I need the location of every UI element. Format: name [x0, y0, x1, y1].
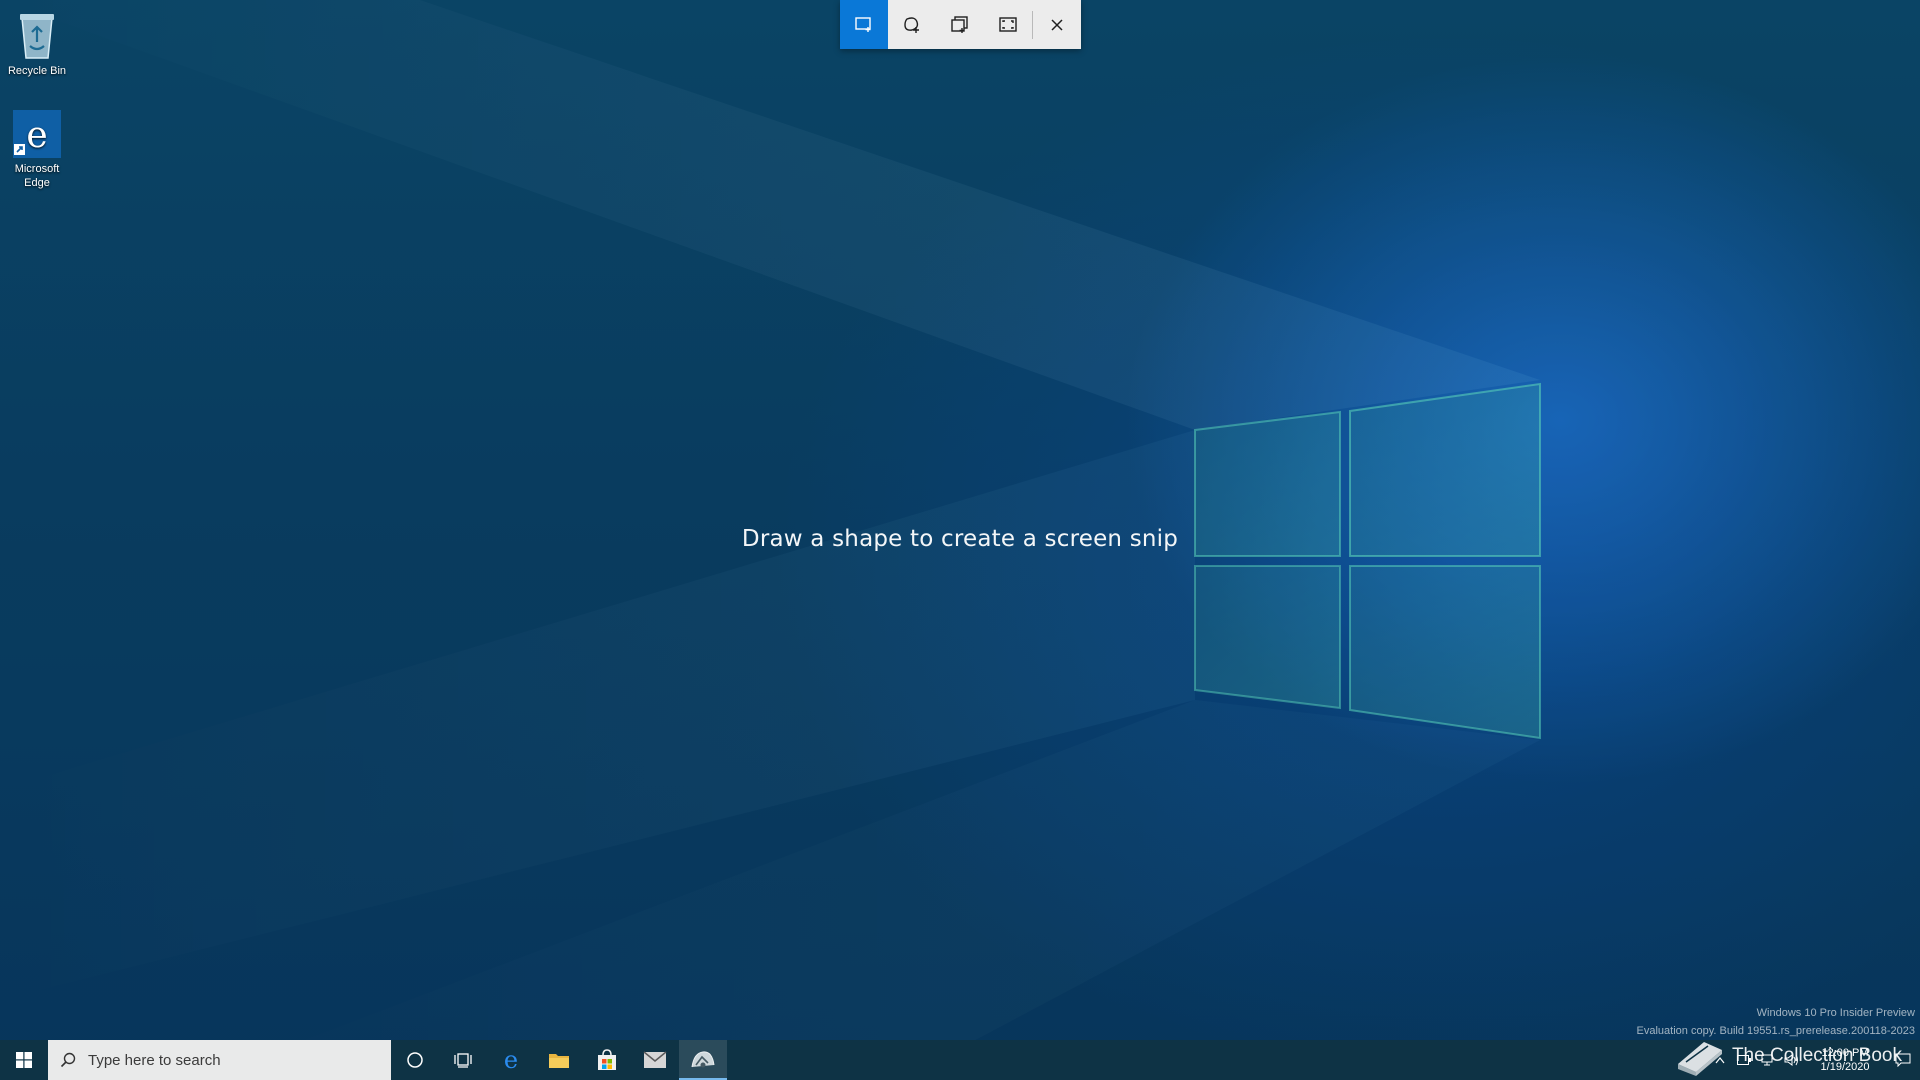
edge-icon: e: [504, 1049, 518, 1071]
edge-icon: e: [13, 110, 61, 158]
window-snip-button[interactable]: [936, 0, 984, 49]
desktop-icon-label: Microsoft Edge: [14, 163, 60, 189]
search-placeholder: Type here to search: [88, 1051, 221, 1069]
windows-logo-icon: [16, 1052, 32, 1068]
taskbar: Type here to search e 12:00 PM 1/19/2020: [0, 1040, 1920, 1080]
start-button[interactable]: [0, 1040, 48, 1080]
taskbar-snip-sketch[interactable]: [679, 1040, 727, 1080]
freeform-snip-icon: [904, 16, 919, 33]
store-icon: [598, 1049, 616, 1070]
watermark-edition: Windows 10 Pro Insider Preview: [1756, 1007, 1915, 1019]
file-explorer-icon: [549, 1054, 569, 1068]
svg-text:e: e: [504, 1049, 518, 1071]
mail-icon: [643, 1051, 667, 1068]
cortana-icon: [407, 1052, 423, 1068]
evaluation-watermark: Windows 10 Pro Insider Preview Evaluatio…: [1637, 1004, 1915, 1040]
taskbar-mail[interactable]: [631, 1040, 679, 1080]
cortana-button[interactable]: [391, 1040, 439, 1080]
snip-sketch-icon: [691, 1051, 715, 1068]
recycle-bin-icon: [20, 14, 54, 59]
desktop-icon-recycle-bin[interactable]: Recycle Bin: [4, 8, 70, 78]
freeform-snip-button[interactable]: [888, 0, 936, 49]
window-snip-icon: [951, 15, 968, 33]
svg-text:e: e: [26, 115, 47, 156]
snip-instruction-text: Draw a shape to create a screen snip: [741, 526, 1179, 552]
fullscreen-snip-button[interactable]: [984, 0, 1032, 49]
desktop-icon-microsoft-edge[interactable]: e Microsoft Edge: [4, 108, 70, 190]
task-view-icon: [454, 1053, 472, 1068]
snip-toolbar: [840, 0, 1081, 49]
taskbar-edge[interactable]: e: [487, 1040, 535, 1080]
close-icon: [1051, 18, 1063, 31]
close-snip-button[interactable]: [1033, 0, 1081, 49]
taskbar-search-box[interactable]: Type here to search: [48, 1040, 391, 1080]
brand-watermark: The Collection Book: [1674, 1036, 1902, 1076]
taskbar-file-explorer[interactable]: [535, 1040, 583, 1080]
taskbar-store[interactable]: [583, 1040, 631, 1080]
task-view-button[interactable]: [439, 1040, 487, 1080]
rectangular-snip-button[interactable]: [840, 0, 888, 49]
search-icon: [48, 1052, 88, 1068]
brand-name: The Collection Book: [1731, 1045, 1902, 1066]
book-icon: [1677, 1042, 1722, 1076]
desktop-icon-label: Recycle Bin: [7, 65, 67, 77]
fullscreen-snip-icon: [999, 16, 1017, 32]
rectangle-snip-icon: [855, 16, 871, 32]
